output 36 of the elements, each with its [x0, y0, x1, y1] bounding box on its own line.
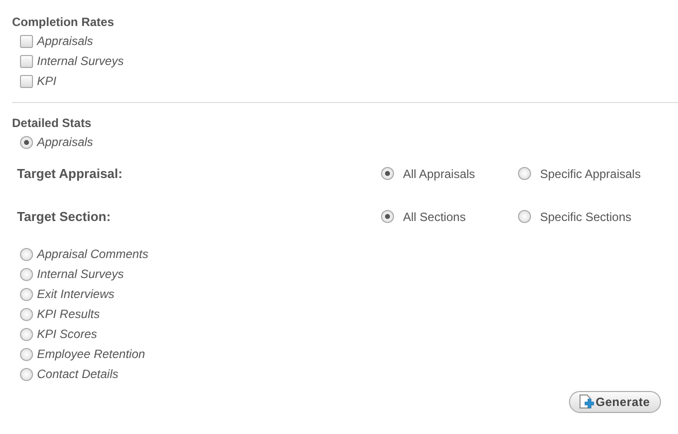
option-label: Exit Interviews [37, 287, 114, 301]
option-label: KPI Results [37, 307, 100, 321]
radio-button[interactable] [20, 348, 33, 360]
radio-button[interactable] [20, 136, 33, 148]
option-label: Appraisal Comments [37, 247, 148, 261]
checkbox[interactable] [20, 54, 33, 68]
option-label: Internal Surveys [37, 267, 124, 281]
field-label: Target Appraisal: [17, 166, 124, 181]
option-label: Employee Retention [37, 347, 146, 361]
radio-button[interactable] [20, 288, 33, 300]
option-label: Internal Surveys [37, 54, 124, 68]
option-label: Appraisals [37, 135, 94, 149]
radio-button[interactable] [20, 268, 33, 280]
section-heading: Detailed Stats [12, 115, 92, 132]
radio-button[interactable] [20, 248, 33, 260]
field-label: Target Section: [17, 209, 112, 224]
option-label: Appraisals [37, 34, 94, 48]
generate-button[interactable]: Generate [568, 391, 661, 413]
checkbox[interactable] [20, 34, 33, 48]
radio-button[interactable] [518, 210, 531, 223]
radio-button[interactable] [20, 368, 33, 380]
radio-button[interactable] [518, 167, 531, 180]
option-label: All Sections [403, 210, 466, 224]
checkbox[interactable] [20, 74, 33, 88]
radio-button[interactable] [381, 210, 394, 223]
add-document-icon [578, 394, 594, 410]
option-label: Contact Details [37, 367, 118, 381]
radio-button[interactable] [20, 308, 33, 320]
radio-button[interactable] [381, 167, 394, 180]
option-label: Specific Appraisals [540, 166, 641, 180]
option-label: Specific Sections [540, 210, 632, 224]
section-heading: Completion Rates [12, 14, 116, 31]
option-label: KPI [37, 74, 56, 88]
option-label: All Appraisals [403, 166, 476, 180]
radio-button[interactable] [20, 328, 33, 340]
option-label: KPI Scores [37, 327, 98, 341]
